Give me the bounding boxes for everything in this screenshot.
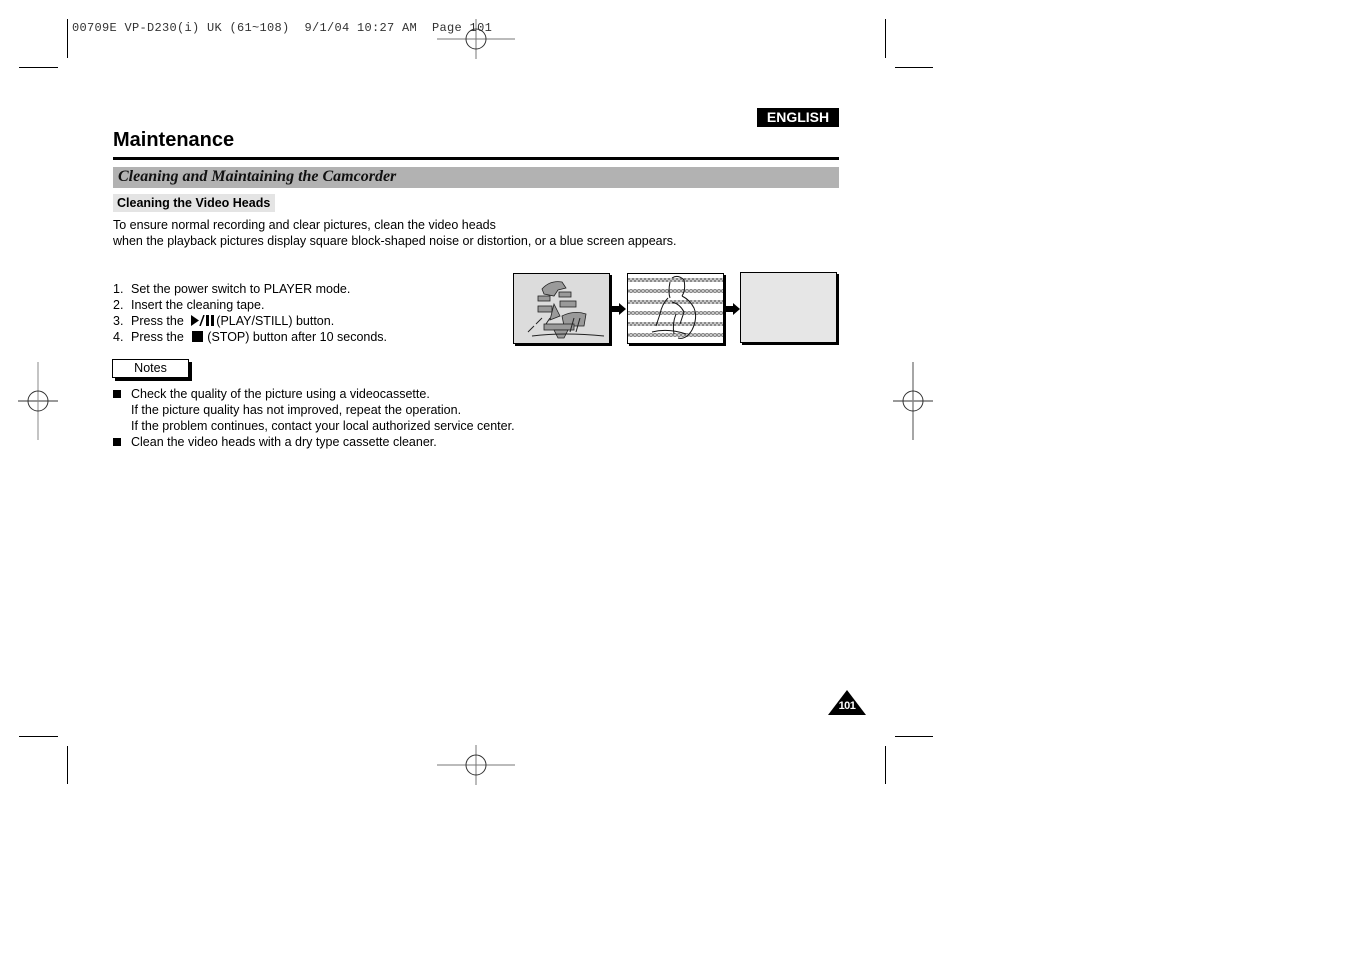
page-number: 101 — [838, 700, 856, 712]
square-bullet-icon — [113, 390, 121, 398]
stop-icon — [192, 331, 204, 342]
crop-mark — [885, 746, 886, 784]
crop-mark — [895, 67, 933, 68]
step-text: (STOP) button after 10 seconds. — [207, 330, 388, 344]
crop-mark — [67, 746, 68, 784]
page-title: Maintenance — [113, 129, 235, 151]
note-item: Clean the video heads with a dry type ca… — [113, 434, 515, 450]
registration-mark-icon — [437, 745, 515, 785]
note-line: Clean the video heads with a dry type ca… — [131, 435, 437, 449]
step-text: Set the power switch to PLAYER mode. — [131, 282, 351, 296]
step-number: 2. — [113, 298, 124, 312]
crop-mark — [885, 19, 886, 58]
registration-mark-icon — [18, 362, 58, 440]
step-item: 3. Press the (PLAY/STILL) button. — [113, 313, 387, 329]
square-bullet-icon — [113, 438, 121, 446]
crop-mark — [895, 736, 933, 737]
play-pause-icon — [191, 314, 215, 327]
illustration-striped-noise-picture — [627, 273, 724, 344]
notes-list: Check the quality of the picture using a… — [113, 386, 515, 450]
crop-mark — [19, 736, 58, 737]
title-divider — [113, 157, 839, 160]
step-text: Press the — [131, 314, 184, 328]
noise-stripes-figure-icon — [628, 275, 723, 339]
registration-mark-icon — [893, 362, 933, 440]
step-text: Insert the cleaning tape. — [131, 298, 265, 312]
section-header: Cleaning and Maintaining the Camcorder — [113, 167, 839, 188]
note-item: Check the quality of the picture using a… — [113, 386, 515, 434]
section-title: Cleaning and Maintaining the Camcorder — [118, 168, 397, 185]
arrow-right-icon — [726, 303, 740, 315]
illustration-distorted-picture — [513, 273, 610, 344]
steps-list: 1. Set the power switch to PLAYER mode. 2… — [113, 281, 387, 345]
notes-label: Notes — [112, 359, 189, 378]
intro-paragraph: To ensure normal recording and clear pic… — [113, 217, 677, 249]
distorted-figure-icon — [527, 281, 605, 339]
note-line: Check the quality of the picture using a… — [131, 387, 430, 401]
step-number: 4. — [113, 330, 124, 344]
intro-line: To ensure normal recording and clear pic… — [113, 218, 496, 232]
illustration-blank-screen — [740, 272, 837, 343]
print-slug: 00709E VP-D230(i) UK (61~108) 9/1/04 10:… — [72, 21, 493, 35]
intro-line: when the playback pictures display squar… — [113, 234, 677, 248]
note-line: If the picture quality has not improved,… — [131, 403, 462, 417]
language-badge: ENGLISH — [757, 108, 839, 127]
step-text: Press the — [131, 330, 184, 344]
note-line: If the problem continues, contact your l… — [131, 419, 515, 433]
step-number: 3. — [113, 314, 124, 328]
step-item: 1. Set the power switch to PLAYER mode. — [113, 281, 387, 297]
subsection-title: Cleaning the Video Heads — [113, 194, 276, 212]
step-item: 2. Insert the cleaning tape. — [113, 297, 387, 313]
step-number: 1. — [113, 282, 124, 296]
step-item: 4. Press the (STOP) button after 10 secon… — [113, 329, 387, 345]
arrow-right-icon — [612, 303, 626, 315]
crop-mark — [19, 67, 58, 68]
crop-mark — [67, 19, 68, 58]
page-number-badge: 101 — [828, 690, 866, 715]
step-text: (PLAY/STILL) button. — [216, 314, 335, 328]
